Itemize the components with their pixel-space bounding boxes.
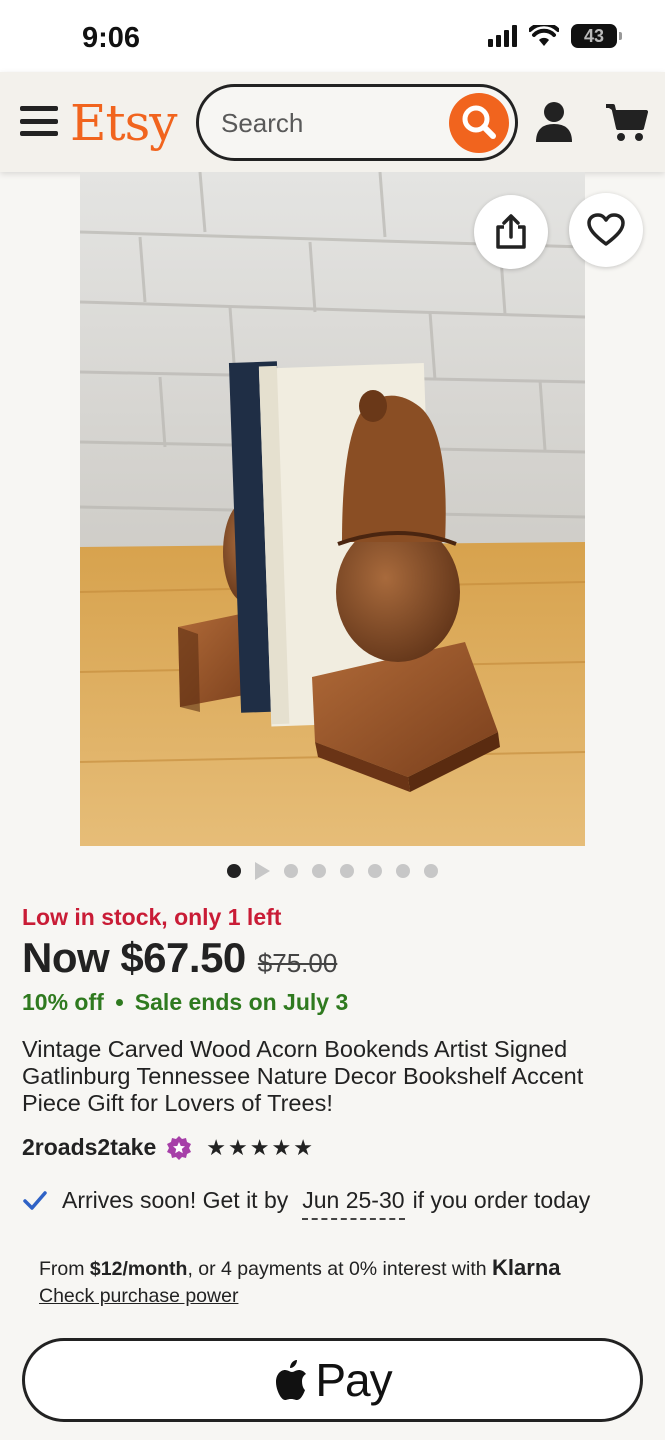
rating-stars[interactable]: ★ ★ ★ ★ ★ (206, 1134, 313, 1160)
battery-icon: 43 (571, 24, 622, 48)
gallery-dot[interactable] (312, 864, 326, 878)
apple-icon (276, 1360, 307, 1400)
shop-row[interactable]: 2roads2take ★ ★ ★ ★ ★ (22, 1134, 313, 1161)
product-image[interactable] (80, 172, 585, 846)
search-button[interactable] (449, 93, 509, 153)
search-icon (462, 105, 496, 139)
sale-info: 10% off Sale ends on July 3 (22, 989, 348, 1016)
arrival-dates[interactable]: Jun 25-30 (302, 1187, 405, 1220)
klarna-banner: From $12/month, or 4 payments at 0% inte… (22, 1239, 642, 1319)
klarna-text: From $12/month, or 4 payments at 0% inte… (39, 1255, 561, 1281)
star-icon: ★ (227, 1134, 248, 1160)
etsy-logo[interactable]: Etsy (70, 94, 177, 152)
price-row: Now $67.50 $75.00 (22, 934, 337, 982)
gallery-dot[interactable] (284, 864, 298, 878)
star-icon: ★ (271, 1134, 292, 1160)
apple-pay-button[interactable]: Pay (22, 1338, 643, 1422)
arrival-prefix: Arrives soon! Get it by (62, 1187, 289, 1213)
original-price: $75.00 (257, 948, 338, 978)
separator-dot (115, 999, 123, 1006)
discount-label: 10% off (22, 989, 104, 1015)
status-bar: 9:06 43 (0, 0, 665, 72)
stock-notice: Low in stock, only 1 left (22, 904, 282, 930)
favorite-button[interactable] (569, 193, 643, 267)
gallery-dot[interactable] (368, 864, 382, 878)
gallery-dot[interactable] (424, 864, 438, 878)
gallery-pagination[interactable] (0, 862, 665, 880)
check-icon (23, 1191, 47, 1210)
account-icon[interactable] (534, 100, 574, 144)
check-purchase-power-link[interactable]: Check purchase power (39, 1285, 238, 1308)
klarna-logo: Klarna (492, 1255, 561, 1280)
delivery-estimate: Arrives soon! Get it by Jun 25-30 if you… (22, 1187, 590, 1220)
status-icons: 43 (488, 24, 622, 48)
gallery-dot[interactable] (340, 864, 354, 878)
cart-icon[interactable] (604, 100, 648, 144)
status-time: 9:06 (82, 22, 141, 54)
menu-icon[interactable] (20, 106, 58, 136)
heart-icon (587, 213, 625, 246)
search-input[interactable] (221, 105, 431, 141)
video-play-icon[interactable] (255, 862, 270, 880)
battery-level: 43 (583, 25, 605, 46)
gallery-dot-active[interactable] (227, 864, 241, 878)
share-icon (496, 214, 526, 249)
sale-end-label: Sale ends on July 3 (134, 989, 349, 1015)
site-header: Etsy (0, 72, 665, 172)
current-price: Now $67.50 (22, 934, 246, 981)
klarna-from: From (39, 1258, 85, 1280)
gallery-dot[interactable] (396, 864, 410, 878)
shop-name-link[interactable]: 2roads2take (22, 1134, 156, 1161)
klarna-monthly: $12/month (89, 1258, 188, 1280)
search-bar[interactable] (196, 84, 518, 161)
star-icon: ★ (249, 1134, 270, 1160)
star-seller-badge-icon (167, 1135, 192, 1160)
klarna-middle: , or 4 payments at 0% interest with (187, 1258, 487, 1280)
wifi-icon (529, 25, 559, 46)
apple-pay-label: Pay (315, 1354, 392, 1406)
arrival-suffix: if you order today (412, 1187, 591, 1213)
share-button[interactable] (474, 195, 548, 269)
listing-title: Vintage Carved Wood Acorn Bookends Artis… (22, 1036, 584, 1116)
star-icon: ★ (206, 1134, 226, 1160)
cellular-signal-icon (488, 25, 517, 47)
star-icon: ★ (293, 1134, 313, 1160)
